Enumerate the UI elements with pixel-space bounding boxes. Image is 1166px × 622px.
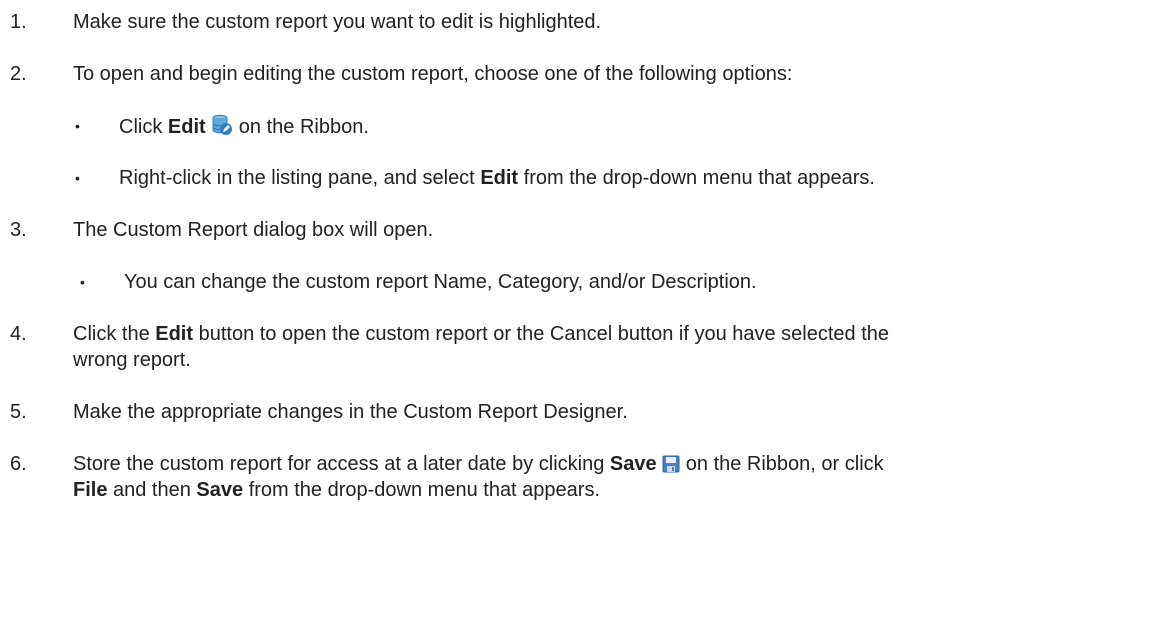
bullet-2-pre: Right-click in the listing pane, and sel… xyxy=(119,167,481,189)
step-4-continuation: wrong report. xyxy=(73,349,191,371)
step-4-post: button to open the custom report or the … xyxy=(193,323,890,345)
bullet-1-pre: Click xyxy=(119,116,168,138)
step-6-continuation: File and then Save from the drop-down me… xyxy=(73,478,600,502)
step-1-text: Make sure the custom report you want to … xyxy=(73,11,602,33)
step-6-cont-mid: and then xyxy=(107,479,197,501)
bullet-1-post: on the Ribbon. xyxy=(233,116,369,138)
step-2-number: 2. xyxy=(10,63,27,85)
step-2-text: To open and begin editing the custom rep… xyxy=(73,63,793,85)
bullet-2-post: from the drop-down menu that appears. xyxy=(518,167,875,189)
step-5-number: 5. xyxy=(10,401,27,423)
step-6-number: 6. xyxy=(10,453,27,475)
save-label: Save xyxy=(609,453,657,475)
bullet-marker: • xyxy=(75,170,80,186)
step-6-text: Store the custom report for access at a … xyxy=(73,452,884,479)
step-3-text: The Custom Report dialog box will open. xyxy=(73,219,434,241)
step-5-text: Make the appropriate changes in the Cust… xyxy=(73,401,628,423)
step-6-cont-post: from the drop-down menu that appears. xyxy=(243,479,601,501)
step-2-bullet-2: Right-click in the listing pane, and sel… xyxy=(119,166,875,190)
step-4-pre: Click the xyxy=(73,323,156,345)
step-6-post: on the Ribbon, or click xyxy=(680,453,884,475)
step-1-number: 1. xyxy=(10,11,27,33)
step-4-number: 4. xyxy=(10,323,27,345)
bullet-marker: • xyxy=(75,118,80,134)
edit-label: Edit xyxy=(167,116,206,138)
step-3-bullet-1: You can change the custom report Name, C… xyxy=(124,271,757,293)
step-4-text: Click the Edit button to open the custom… xyxy=(73,322,889,346)
step-2-bullet-1: Click Edit on the Ribbon. xyxy=(119,114,369,142)
file-label: File xyxy=(73,479,108,501)
database-edit-icon xyxy=(211,114,233,142)
save-icon xyxy=(662,455,680,479)
bullet-marker: • xyxy=(80,274,85,290)
edit-label: Edit xyxy=(155,323,194,345)
save-label: Save xyxy=(196,479,244,501)
step-6-pre: Store the custom report for access at a … xyxy=(73,453,610,475)
step-3-number: 3. xyxy=(10,219,27,241)
edit-label: Edit xyxy=(480,167,519,189)
